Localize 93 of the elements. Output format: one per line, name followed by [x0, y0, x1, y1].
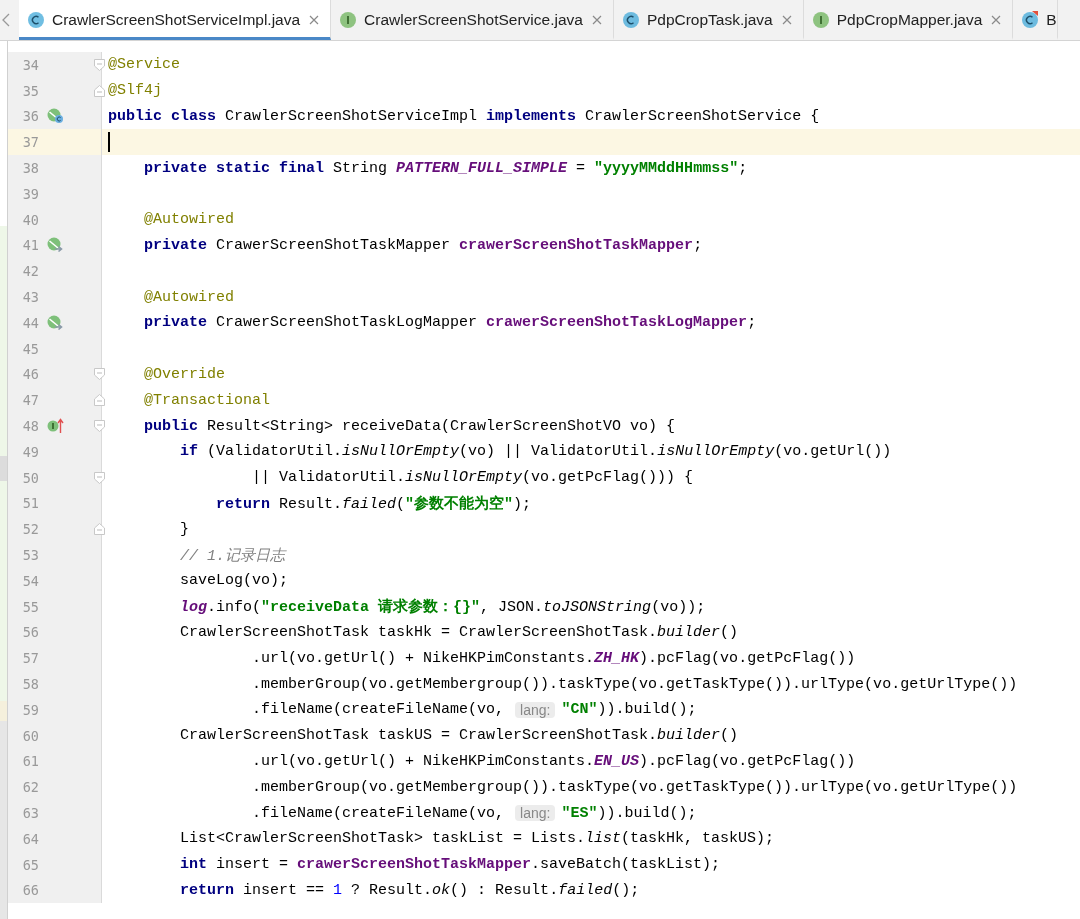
line-number: 44 — [21, 314, 39, 331]
code-line: .memberGroup(vo.getMembergroup()).taskType(vo.getTaskType()).urlType(vo.getUrlType()) — [251, 675, 1018, 693]
fold-icon[interactable] — [94, 471, 105, 484]
code-line: @Override — [143, 365, 226, 383]
code-line: @Slf4j — [108, 82, 162, 100]
line-number: 51 — [21, 495, 39, 512]
close-icon[interactable] — [781, 15, 792, 25]
class-file-icon — [621, 11, 640, 29]
interface-file-icon — [339, 11, 358, 29]
code-line: List<CrawlerScreenShotTask> taskList = Lists.list(taskHk, taskUS); — [179, 830, 775, 848]
implemented-icon[interactable] — [47, 108, 64, 125]
editor-tab[interactable]: B — [1013, 0, 1058, 40]
line-number: 36 — [21, 108, 39, 125]
line-number: 62 — [21, 779, 39, 796]
fold-icon[interactable] — [94, 84, 105, 97]
line-number: 45 — [21, 340, 39, 357]
code-line: public Result<String> receiveData(CrawlerScreenShotVO vo) { — [143, 417, 676, 435]
close-icon[interactable] — [591, 15, 602, 25]
line-number: 49 — [21, 443, 39, 460]
line-number: 48 — [21, 418, 39, 435]
line-number: 61 — [21, 753, 39, 770]
code-line: .fileName(createFileName(vo, — [251, 804, 506, 822]
line-number: 37 — [21, 134, 39, 151]
line-number: 60 — [21, 727, 39, 744]
line-number: 57 — [21, 650, 39, 667]
code-line: @Autowired — [143, 211, 235, 229]
class-file-icon — [1021, 11, 1040, 29]
class-file-icon — [27, 11, 45, 29]
code-line: @Service — [108, 56, 180, 74]
line-number: 63 — [21, 805, 39, 821]
code-line: .url(vo.getUrl() + NikeHKPimConstants.ZH_HK).pcFlag(vo.getPcFlag()) — [251, 649, 856, 667]
code-line: int insert = crawerScreenShotTaskMapper.saveBatch(taskList); — [179, 856, 721, 874]
code-line: if (ValidatorUtil.isNullOrEmpty(vo) || ValidatorUtil.isNullOrEmpty(vo.getUrl()) — [179, 443, 892, 461]
line-number: 58 — [21, 676, 39, 692]
line-number: 42 — [21, 263, 39, 280]
inlay-hint: lang: — [515, 701, 556, 718]
code-line: return insert == 1 ? Result.ok() : Result.failed(); — [179, 881, 640, 899]
code-line: CrawlerScreenShotTask taskHk = CrawlerScreenShotTask.builder() — [179, 623, 739, 641]
code-line: @Autowired — [143, 288, 235, 306]
scroll-left-icon[interactable] — [2, 13, 10, 27]
line-number: 66 — [21, 882, 39, 899]
code-line: .fileName(createFileName(vo, — [251, 701, 506, 719]
code-line: log.info("receiveData 请求参数：{}", JSON.toJSONString(vo)); — [179, 597, 706, 617]
code-line: @Transactional — [143, 391, 271, 409]
line-number: 38 — [21, 160, 39, 177]
line-number: 65 — [21, 856, 39, 873]
line-number: 39 — [21, 185, 39, 202]
fold-icon[interactable] — [94, 523, 105, 536]
code-line: CrawlerScreenShotTask taskUS = CrawlerScreenShotTask.builder() — [179, 727, 739, 745]
line-number: 52 — [21, 521, 39, 538]
line-number: 53 — [21, 547, 39, 564]
code-line: private CrawerScreenShotTaskLogMapper crawerScreenShotTaskLogMapper; — [143, 314, 757, 332]
code-line: private static final String PATTERN_FULL_SIMPLE = "yyyyMMddHHmmss"; — [143, 159, 748, 177]
line-number: 43 — [21, 289, 39, 306]
close-icon[interactable] — [309, 15, 320, 25]
code-line: } — [179, 520, 189, 538]
overrides-icon[interactable] — [47, 418, 64, 435]
code-line: .memberGroup(vo.getMembergroup()).taskType(vo.getTaskType()).urlType(vo.getUrlType()) — [251, 778, 1018, 796]
line-number: 56 — [21, 624, 39, 641]
code-line: "CN")).build(); — [561, 701, 697, 719]
line-number: 47 — [21, 392, 39, 409]
line-number: 50 — [21, 469, 39, 486]
code-line: "ES")).build(); — [561, 804, 697, 822]
code-line: private CrawerScreenShotTaskMapper crawerScreenShotTaskMapper; — [143, 236, 703, 254]
code-line: saveLog(vo); — [179, 572, 289, 590]
close-icon[interactable] — [991, 15, 1002, 25]
text-caret — [108, 132, 110, 153]
line-number: 46 — [21, 366, 39, 383]
line-number: 41 — [21, 237, 39, 254]
code-line: // 1.记录日志 — [179, 546, 286, 565]
code-line: public class CrawlerScreenShotServiceImpl implements CrawlerScreenShotService { — [108, 108, 820, 125]
fold-icon[interactable] — [94, 420, 105, 433]
line-number: 59 — [21, 701, 39, 718]
code-line: .url(vo.getUrl() + NikeHKPimConstants.EN_US).pcFlag(vo.getPcFlag()) — [251, 752, 856, 770]
editor-tab[interactable]: PdpCropTask.java — [613, 0, 804, 40]
fold-icon[interactable] — [94, 368, 105, 381]
fold-icon[interactable] — [94, 394, 105, 407]
code-line: || ValidatorUtil.isNullOrEmpty(vo.getPcFlag())) { — [251, 469, 694, 487]
editor-tab[interactable]: CrawlerScreenShotService.java — [331, 0, 614, 40]
code-line: return Result.failed("参数不能为空"); — [215, 494, 532, 513]
inlay-hint: lang: — [515, 805, 556, 821]
line-number: 40 — [21, 211, 39, 228]
editor-tab[interactable]: PdpCropMapper.java — [803, 0, 1014, 40]
line-number: 34 — [21, 56, 39, 73]
line-number: 64 — [21, 830, 39, 847]
interface-file-icon — [811, 11, 830, 29]
fold-icon[interactable] — [94, 58, 105, 71]
line-number: 55 — [21, 598, 39, 615]
bean-icon[interactable] — [47, 314, 64, 331]
line-number: 35 — [21, 82, 39, 99]
line-number: 54 — [21, 572, 39, 589]
bean-icon[interactable] — [47, 237, 64, 254]
editor-tab[interactable]: CrawlerScreenShotServiceImpl.java — [19, 0, 332, 40]
